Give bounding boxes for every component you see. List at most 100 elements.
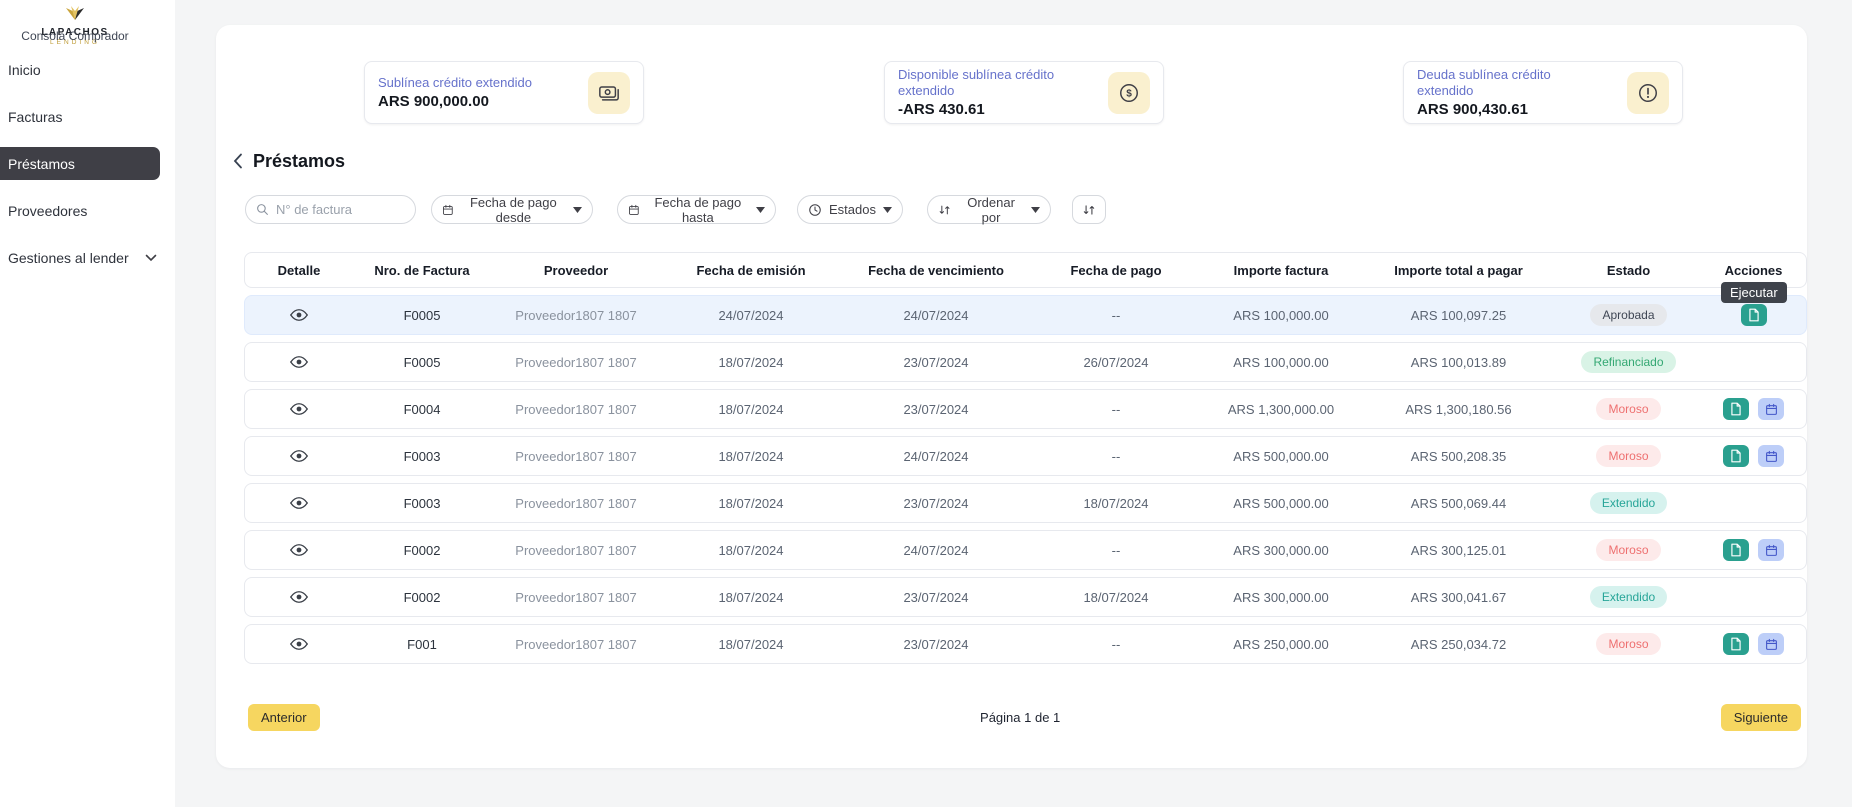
eye-icon [290,590,308,604]
card-disponible-sublinea: Disponible sublínea crédito extendido -A… [884,61,1164,124]
back-button[interactable] [233,153,243,169]
view-detail-button[interactable] [288,306,310,324]
date-from-filter[interactable]: Fecha de pago desde [431,195,593,224]
calendar-icon [1765,450,1778,463]
sidebar-item-label: Proveedores [8,203,87,219]
eye-icon [290,543,308,557]
extend-loan-button[interactable] [1758,398,1784,420]
sidebar-item-facturas[interactable]: Facturas [0,100,160,133]
payment-date: -- [1031,308,1201,323]
sidebar-item-proveedores[interactable]: Proveedores [0,194,160,227]
table-row: F0003 Proveedor1807 1807 18/07/2024 23/0… [244,483,1807,523]
date-to-label: Fecha de pago hasta [647,195,749,225]
execute-loan-button[interactable] [1723,398,1749,420]
previous-page-button[interactable]: Anterior [248,704,320,731]
table-body: F0005 Proveedor1807 1807 24/07/2024 24/0… [244,295,1807,664]
swap-vertical-icon [1082,203,1096,217]
issue-date: 18/07/2024 [661,543,841,558]
column-header-total: Importe total a pagar [1361,263,1556,278]
status-cell: Extendido [1556,586,1701,608]
total-amount: ARS 300,041.67 [1361,590,1556,605]
issue-date: 18/07/2024 [661,449,841,464]
filter-bar: Fecha de pago desde Fecha de pago hasta … [216,195,1807,224]
invoice-number: F0003 [353,496,491,511]
sort-by-filter[interactable]: Ordenar por [927,195,1051,224]
extend-loan-button[interactable] [1758,633,1784,655]
view-detail-button[interactable] [288,541,310,559]
card-icon-box [588,72,630,114]
eye-icon [290,449,308,463]
payment-date: -- [1031,449,1201,464]
table-row: F0002 Proveedor1807 1807 18/07/2024 23/0… [244,577,1807,617]
card-title: Disponible sublínea crédito extendido [898,67,1088,100]
sidebar-item-gestiones-al-lender[interactable]: Gestiones al lender [0,241,175,274]
sort-icon [938,203,951,217]
page-title: Préstamos [253,151,345,172]
pagination: Anterior Página 1 de 1 Siguiente [248,703,1801,731]
total-amount: ARS 100,097.25 [1361,308,1556,323]
extend-loan-button[interactable] [1758,445,1784,467]
execute-loan-button[interactable] [1723,445,1749,467]
status-badge: Aprobada [1590,304,1666,326]
view-detail-button[interactable] [288,494,310,512]
execute-loan-button[interactable] [1741,304,1767,326]
card-title: Sublínea crédito extendido [378,75,532,91]
due-date: 24/07/2024 [841,449,1031,464]
table-row: F0005 Proveedor1807 1807 18/07/2024 23/0… [244,342,1807,382]
detail-cell [245,306,353,324]
status-cell: Moroso [1556,398,1701,420]
eye-icon [290,308,308,322]
payment-date: 26/07/2024 [1031,355,1201,370]
detail-cell [245,353,353,371]
table-row: F0005 Proveedor1807 1807 24/07/2024 24/0… [244,295,1807,335]
row-actions [1701,304,1806,326]
column-header-factura: Nro. de Factura [353,263,491,278]
sort-direction-toggle[interactable] [1072,195,1106,224]
invoice-number: F0002 [353,590,491,605]
status-badge: Extendido [1590,586,1667,608]
date-to-filter[interactable]: Fecha de pago hasta [617,195,776,224]
view-detail-button[interactable] [288,400,310,418]
total-amount: ARS 1,300,180.56 [1361,402,1556,417]
view-detail-button[interactable] [288,635,310,653]
status-badge: Refinanciado [1581,351,1675,373]
payment-date: 18/07/2024 [1031,496,1201,511]
provider-name: Proveedor1807 1807 [491,496,661,511]
due-date: 23/07/2024 [841,590,1031,605]
search-input[interactable] [276,202,405,217]
invoice-number: F0005 [353,308,491,323]
eye-icon [290,637,308,651]
due-date: 24/07/2024 [841,308,1031,323]
column-header-detalle: Detalle [245,263,353,278]
view-detail-button[interactable] [288,353,310,371]
invoice-amount: ARS 100,000.00 [1201,355,1361,370]
sidebar-item-label: Préstamos [8,156,75,172]
next-page-button[interactable]: Siguiente [1721,704,1801,731]
provider-name: Proveedor1807 1807 [491,355,661,370]
chevron-down-icon [573,207,582,213]
console-label: Consola Comprador [0,29,150,43]
view-detail-button[interactable] [288,588,310,606]
invoice-search-field[interactable] [245,195,416,224]
states-filter[interactable]: Estados [797,195,903,224]
invoice-amount: ARS 500,000.00 [1201,496,1361,511]
execute-loan-button[interactable] [1723,539,1749,561]
table-row: F0002 Proveedor1807 1807 18/07/2024 24/0… [244,530,1807,570]
card-value: ARS 900,000.00 [378,93,532,110]
status-cell: Moroso [1556,539,1701,561]
invoice-number: F0004 [353,402,491,417]
column-header-importe: Importe factura [1201,263,1361,278]
extend-loan-button[interactable] [1758,539,1784,561]
search-icon [256,203,269,216]
alert-circle-icon [1637,82,1659,104]
chevron-left-icon [233,153,243,169]
table-header: Detalle Nro. de Factura Proveedor Fecha … [244,252,1807,288]
sidebar-item-inicio[interactable]: Inicio [0,53,160,86]
svg-text:$: $ [1126,88,1132,99]
payments-icon [598,82,620,104]
sidebar-item-prestamos[interactable]: Préstamos [0,147,160,180]
execute-loan-button[interactable] [1723,633,1749,655]
sidebar: LAPACHOS LENDING Consola Comprador Inici… [0,0,175,807]
card-title: Deuda sublínea crédito extendido [1417,67,1607,100]
view-detail-button[interactable] [288,447,310,465]
